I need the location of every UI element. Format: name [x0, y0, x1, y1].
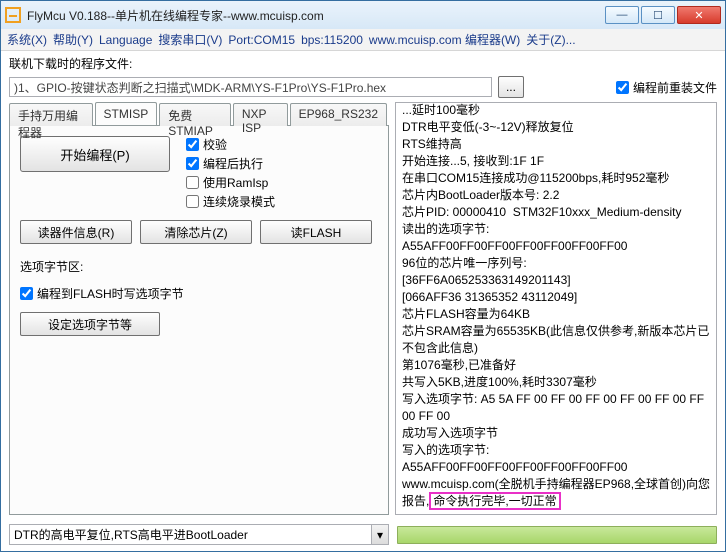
- window-title: FlyMcu V0.188--单片机在线编程专家--www.mcuisp.com: [27, 7, 605, 24]
- browse-button[interactable]: ...: [498, 76, 524, 98]
- menu-search-port[interactable]: 搜索串口(V): [158, 31, 222, 48]
- log-line: 芯片SRAM容量为65535KB(此信息仅供参考,新版本芯片已不包含此信息): [402, 323, 714, 357]
- log-line: 在串口COM15连接成功@115200bps,耗时952毫秒: [402, 170, 714, 187]
- set-option-button[interactable]: 设定选项字节等: [20, 312, 160, 336]
- menu-help[interactable]: 帮助(Y): [53, 31, 93, 48]
- erase-button[interactable]: 清除芯片(Z): [140, 220, 252, 244]
- log-line: A55AFF00FF00FF00FF00FF00FF00FF00: [402, 238, 714, 255]
- reload-checkbox-label: 编程前重装文件: [633, 79, 717, 96]
- option-byte-label: 选项字节区:: [20, 258, 378, 275]
- log-line: RTS维持高: [402, 136, 714, 153]
- tabstrip: 手持万用编程器 STMISP 免费STMIAP NXP ISP EP968_RS…: [9, 102, 389, 125]
- menubar: 系统(X) 帮助(Y) Language 搜索串口(V) Port:COM15 …: [1, 29, 725, 51]
- left-panel: 手持万用编程器 STMISP 免费STMIAP NXP ISP EP968_RS…: [9, 102, 389, 515]
- runafter-checkbox[interactable]: 编程后执行: [186, 155, 275, 172]
- menu-system[interactable]: 系统(X): [7, 31, 47, 48]
- continuous-checkbox[interactable]: 连续烧录模式: [186, 193, 275, 210]
- ramisp-checkbox[interactable]: 使用RamIsp: [186, 174, 275, 191]
- tab-nxpisp[interactable]: NXP ISP: [233, 103, 288, 126]
- hexfile-path[interactable]: )1、GPIO-按键状态判断之扫描式\MDK-ARM\YS-F1Pro\YS-F…: [9, 77, 492, 97]
- app-window: FlyMcu V0.188--单片机在线编程专家--www.mcuisp.com…: [0, 0, 726, 552]
- app-icon: [5, 7, 21, 23]
- menu-bps[interactable]: bps:115200: [301, 33, 363, 47]
- stmisp-panel: 开始编程(P) 校验 编程后执行 使用RamIsp 连续烧录模式 读器件信息(R…: [9, 125, 389, 515]
- log-line: DTR电平变低(-3~-12V)释放复位: [402, 119, 714, 136]
- close-button[interactable]: ✕: [677, 6, 721, 24]
- log-line: 共写入5KB,进度100%,耗时3307毫秒: [402, 374, 714, 391]
- tab-stmisp[interactable]: STMISP: [95, 102, 158, 125]
- log-output[interactable]: RTS置高(+3~+12V),选择进入BootLoader...延时100毫秒D…: [395, 102, 717, 515]
- log-line: 成功写入选项字节: [402, 425, 714, 442]
- tab-handheld[interactable]: 手持万用编程器: [9, 103, 93, 126]
- titlebar: FlyMcu V0.188--单片机在线编程专家--www.mcuisp.com…: [1, 1, 725, 29]
- log-line: www.mcuisp.com(全脱机手持编程器EP968,全球首创)向您报告,命…: [402, 476, 714, 510]
- progress-bar: [397, 526, 717, 544]
- tab-ep968[interactable]: EP968_RS232: [290, 103, 387, 126]
- log-line: 芯片内BootLoader版本号: 2.2: [402, 187, 714, 204]
- log-success-highlight: 命令执行完毕,一切正常: [429, 492, 560, 510]
- log-line: [36FF6A065253363149201143]: [402, 272, 714, 289]
- verify-checkbox[interactable]: 校验: [186, 136, 275, 153]
- reload-checkbox[interactable]: 编程前重装文件: [616, 79, 717, 96]
- reload-checkbox-input[interactable]: [616, 81, 629, 94]
- maximize-button[interactable]: ☐: [641, 6, 675, 24]
- reset-mode-text: DTR的高电平复位,RTS高电平进BootLoader: [10, 526, 371, 543]
- reset-mode-combo[interactable]: DTR的高电平复位,RTS高电平进BootLoader ▾: [9, 524, 389, 545]
- hexfile-label: 联机下载时的程序文件:: [9, 55, 717, 72]
- minimize-button[interactable]: —: [605, 6, 639, 24]
- write-option-checkbox[interactable]: 编程到FLASH时写选项字节: [20, 285, 378, 302]
- chevron-down-icon[interactable]: ▾: [371, 525, 388, 544]
- read-flash-button[interactable]: 读FLASH: [260, 220, 372, 244]
- log-line: 写入的选项字节:: [402, 442, 714, 459]
- toolbar: 联机下载时的程序文件: )1、GPIO-按键状态判断之扫描式\MDK-ARM\Y…: [1, 51, 725, 102]
- log-line: 写入选项字节: A5 5A FF 00 FF 00 FF 00 FF 00 FF…: [402, 391, 714, 425]
- log-line: 第1076毫秒,已准备好: [402, 357, 714, 374]
- log-line: 开始连接...5, 接收到:1F 1F: [402, 153, 714, 170]
- menu-about[interactable]: 关于(Z)...: [526, 31, 575, 48]
- tab-stmiap[interactable]: 免费STMIAP: [159, 103, 231, 126]
- bottom-bar: DTR的高电平复位,RTS高电平进BootLoader ▾: [1, 521, 725, 551]
- menu-language[interactable]: Language: [99, 33, 152, 47]
- log-line: 芯片FLASH容量为64KB: [402, 306, 714, 323]
- log-line: ...延时100毫秒: [402, 102, 714, 119]
- log-line: 芯片PID: 00000410 STM32F10xxx_Medium-densi…: [402, 204, 714, 221]
- log-line: A55AFF00FF00FF00FF00FF00FF00FF00: [402, 459, 714, 476]
- log-line: 96位的芯片唯一序列号:: [402, 255, 714, 272]
- start-program-button[interactable]: 开始编程(P): [20, 136, 170, 172]
- log-line: 读出的选项字节:: [402, 221, 714, 238]
- main-area: 手持万用编程器 STMISP 免费STMIAP NXP ISP EP968_RS…: [1, 102, 725, 521]
- menu-site[interactable]: www.mcuisp.com 编程器(W): [369, 31, 520, 48]
- menu-port[interactable]: Port:COM15: [228, 33, 295, 47]
- window-buttons: — ☐ ✕: [605, 6, 721, 24]
- read-info-button[interactable]: 读器件信息(R): [20, 220, 132, 244]
- log-line: [066AFF36 31365352 43112049]: [402, 289, 714, 306]
